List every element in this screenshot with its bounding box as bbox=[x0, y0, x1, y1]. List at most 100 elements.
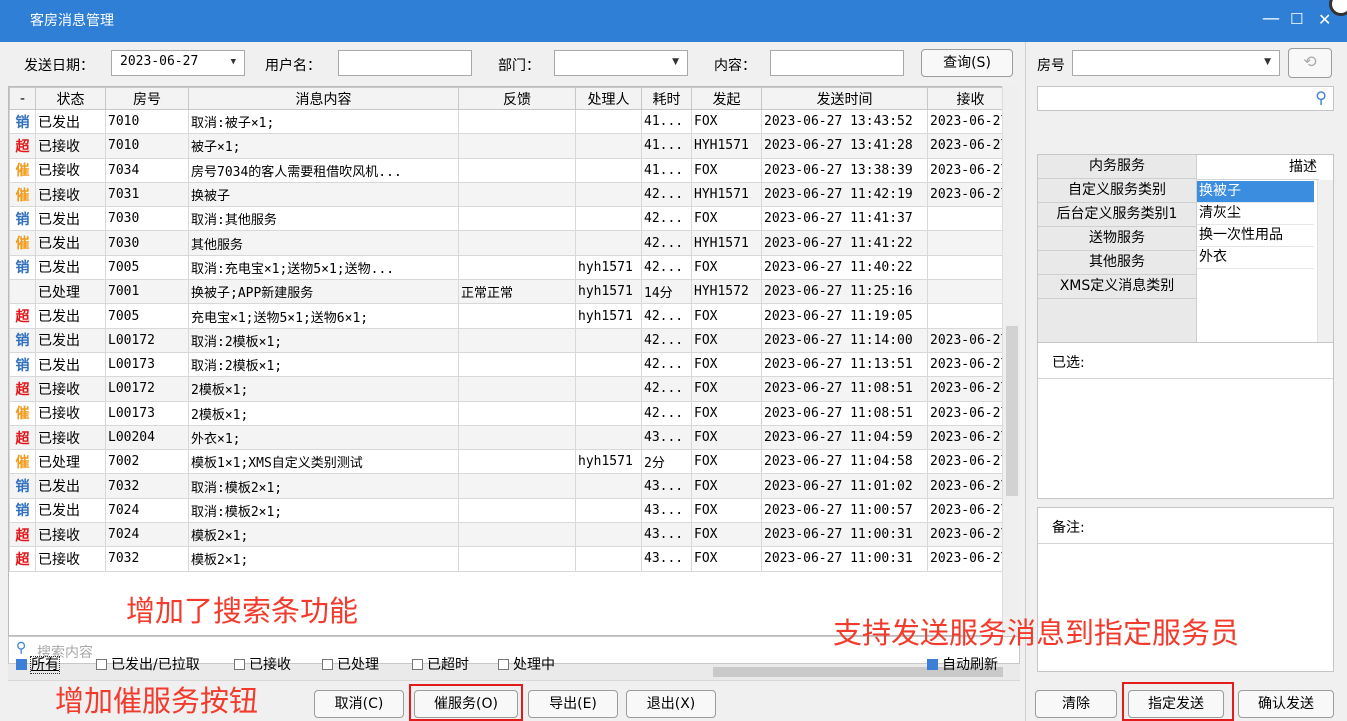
table-row[interactable]: 催已接收 7034 房号7034的客人需要租借吹风机... 41... FOX 2023-… bbox=[9, 157, 1014, 183]
status-filter-label: 已处理 bbox=[337, 657, 379, 673]
cell-sent: 2023-06-27 11:08:51 bbox=[761, 400, 928, 426]
cell-received: 2023-06-27 bbox=[927, 400, 1014, 426]
cell-initiator: FOX bbox=[691, 351, 762, 378]
table-row[interactable]: 销已发出 7010 取消:被子×1; 41... FOX 2023-06-27 13:43… bbox=[9, 108, 1014, 135]
status-filter-checkbox[interactable]: 已发出/已拉取 bbox=[96, 654, 200, 674]
table-row[interactable]: 催已接收 7031 换被子 42... HYH1571 2023-06-27 11:42:… bbox=[9, 181, 1014, 208]
category-item[interactable]: 内务服务 bbox=[1038, 155, 1196, 179]
cell-room: L00204 bbox=[105, 424, 189, 451]
description-item[interactable]: 换被子 bbox=[1197, 181, 1314, 203]
checkbox-box bbox=[16, 659, 27, 670]
close-button[interactable]: ✕ bbox=[1318, 10, 1331, 29]
cell-feedback: 正常正常 bbox=[458, 279, 576, 305]
column-header[interactable]: 发送时间 bbox=[761, 87, 928, 110]
cell-handler bbox=[575, 108, 642, 135]
category-item[interactable]: 自定义服务类别 bbox=[1038, 179, 1196, 203]
window-title: 客房消息管理 bbox=[30, 13, 114, 29]
table-row[interactable]: 超已接收 7024 模板2×1; 43... FOX 2023-06-27 11:00:3… bbox=[9, 522, 1014, 548]
status-filter-checkbox[interactable]: 所有 bbox=[16, 654, 60, 674]
scrollbar-thumb[interactable] bbox=[1006, 326, 1018, 496]
column-header[interactable]: - bbox=[9, 87, 36, 110]
checkbox-box bbox=[234, 659, 245, 670]
cell-status: 已发出 bbox=[35, 254, 106, 281]
table-row[interactable]: 已处理 7001 换被子;APP新建服务 正常正常 hyh1571 14分 HYH1572 2… bbox=[9, 279, 1014, 305]
cell-handler: hyh1571 bbox=[575, 279, 642, 305]
cell-handler: hyh1571 bbox=[575, 254, 642, 281]
cell-handler: hyh1571 bbox=[575, 449, 642, 475]
room-select[interactable] bbox=[1072, 50, 1280, 76]
status-filter-checkbox[interactable]: 已接收 bbox=[234, 654, 291, 674]
category-item[interactable]: XMS定义消息类别 bbox=[1038, 275, 1196, 299]
user-input[interactable] bbox=[338, 50, 472, 76]
column-header[interactable]: 消息内容 bbox=[188, 87, 459, 110]
table-row[interactable]: 销已发出 L00172 取消:2模板×1; 42... FOX 2023-06-27 11… bbox=[9, 327, 1014, 353]
table-row[interactable]: 销已发出 L00173 取消:2模板×1; 42... FOX 2023-06-27 11… bbox=[9, 351, 1014, 378]
auto-refresh-checkbox[interactable]: 自动刷新 bbox=[927, 654, 998, 674]
exit-button[interactable]: 退出(X) bbox=[626, 690, 716, 718]
date-picker[interactable]: 2023-06-27 bbox=[111, 50, 245, 76]
table-row[interactable]: 超已接收 L00172 2模板×1; 42... FOX 2023-06-27 11:08… bbox=[9, 376, 1014, 402]
table-row[interactable]: 销已发出 7030 取消:其他服务 42... FOX 2023-06-27 11:41:… bbox=[9, 206, 1014, 232]
column-header[interactable]: 接收 bbox=[927, 87, 1014, 110]
table-row[interactable]: 催已发出 7030 其他服务 42... HYH1571 2023-06-27 11:41… bbox=[9, 230, 1014, 256]
column-header[interactable]: 耗时 bbox=[641, 87, 692, 110]
table-row[interactable]: 催已处理 7002 模板1×1;XMS自定义类别测试 hyh1571 2分 FOX 2023… bbox=[9, 449, 1014, 475]
status-filter-checkbox[interactable]: 已处理 bbox=[322, 654, 379, 674]
table-row[interactable]: 超已接收 7032 模板2×1; 43... FOX 2023-06-27 11:00:3… bbox=[9, 546, 1014, 572]
cell-sent: 2023-06-27 11:01:02 bbox=[761, 473, 928, 499]
description-item[interactable]: 外衣 bbox=[1197, 247, 1314, 269]
minimize-button[interactable]: — bbox=[1262, 8, 1280, 29]
cell-initiator: FOX bbox=[691, 400, 762, 426]
table-row[interactable]: 超已接收 7010 被子×1; 41... HYH1571 2023-06-27 13:4… bbox=[9, 133, 1014, 159]
cell-initiator: FOX bbox=[691, 522, 762, 548]
cell-status: 已接收 bbox=[35, 376, 106, 402]
column-header[interactable]: 反馈 bbox=[458, 87, 576, 110]
table-row[interactable]: 销已发出 7024 取消:模板2×1; 43... FOX 2023-06-27 11:0… bbox=[9, 497, 1014, 524]
category-item[interactable]: 送物服务 bbox=[1038, 227, 1196, 251]
desc-vscroll[interactable] bbox=[1317, 180, 1333, 360]
room-search-input[interactable]: ⚲ bbox=[1037, 86, 1334, 111]
maximize-button[interactable]: ☐ bbox=[1290, 10, 1303, 28]
user-label: 用户名： bbox=[265, 58, 321, 74]
cell-status: 已处理 bbox=[35, 449, 106, 475]
table-row[interactable]: 催已接收 L00173 2模板×1; 42... FOX 2023-06-27 11:08… bbox=[9, 400, 1014, 426]
clear-button[interactable]: 清除 bbox=[1035, 690, 1117, 718]
cell-initiator: HYH1571 bbox=[691, 181, 762, 208]
table-row[interactable]: 销已发出 7005 取消:充电宝×1;送物5×1;送物... hyh1571 42...… bbox=[9, 254, 1014, 281]
category-item[interactable]: 其他服务 bbox=[1038, 251, 1196, 275]
cell-received: 2023-06-27 bbox=[927, 449, 1014, 475]
export-button[interactable]: 导出(E) bbox=[528, 690, 618, 718]
column-header[interactable]: 房号 bbox=[105, 87, 189, 110]
table-row[interactable]: 超已发出 7005 充电宝×1;送物5×1;送物6×1; hyh1571 42... FO… bbox=[9, 303, 1014, 329]
cell-room: 7034 bbox=[105, 157, 189, 183]
cell-room: L00173 bbox=[105, 400, 189, 426]
dept-select[interactable] bbox=[554, 50, 688, 76]
cell-received bbox=[927, 254, 1014, 281]
query-button[interactable]: 查询(S) bbox=[921, 49, 1013, 77]
description-item[interactable]: 换一次性用品 bbox=[1197, 225, 1314, 247]
cancel-button[interactable]: 取消(C) bbox=[314, 690, 404, 718]
column-header[interactable]: 处理人 bbox=[575, 87, 642, 110]
cell-feedback bbox=[458, 327, 576, 353]
column-header[interactable]: 发起 bbox=[691, 87, 762, 110]
annotation-search: 增加了搜索条功能 bbox=[126, 594, 359, 628]
confirm-send-button[interactable]: 确认发送 bbox=[1238, 690, 1334, 718]
cell-room: 7001 bbox=[105, 279, 189, 305]
cell-duration: 42... bbox=[641, 303, 692, 329]
cell-initiator: FOX bbox=[691, 473, 762, 499]
content-input[interactable] bbox=[770, 50, 904, 76]
table-row[interactable]: 超已接收 L00204 外衣×1; 43... FOX 2023-06-27 11:04:… bbox=[9, 424, 1014, 451]
vertical-scrollbar[interactable] bbox=[1002, 86, 1020, 636]
row-type-badge: 销 bbox=[9, 327, 36, 353]
history-icon[interactable]: ⟲ bbox=[1288, 48, 1332, 78]
status-filter-label: 已发出/已拉取 bbox=[111, 657, 200, 673]
status-filter-checkbox[interactable]: 处理中 bbox=[498, 654, 555, 674]
description-item[interactable]: 清灰尘 bbox=[1197, 203, 1314, 225]
category-item[interactable]: 后台定义服务类别1 bbox=[1038, 203, 1196, 227]
cell-handler bbox=[575, 206, 642, 232]
status-filter-checkbox[interactable]: 已超时 bbox=[412, 654, 469, 674]
column-header[interactable]: 状态 bbox=[35, 87, 106, 110]
cell-content: 取消:2模板×1; bbox=[188, 327, 459, 353]
cell-handler bbox=[575, 133, 642, 159]
table-row[interactable]: 销已发出 7032 取消:模板2×1; 43... FOX 2023-06-27 11:0… bbox=[9, 473, 1014, 499]
